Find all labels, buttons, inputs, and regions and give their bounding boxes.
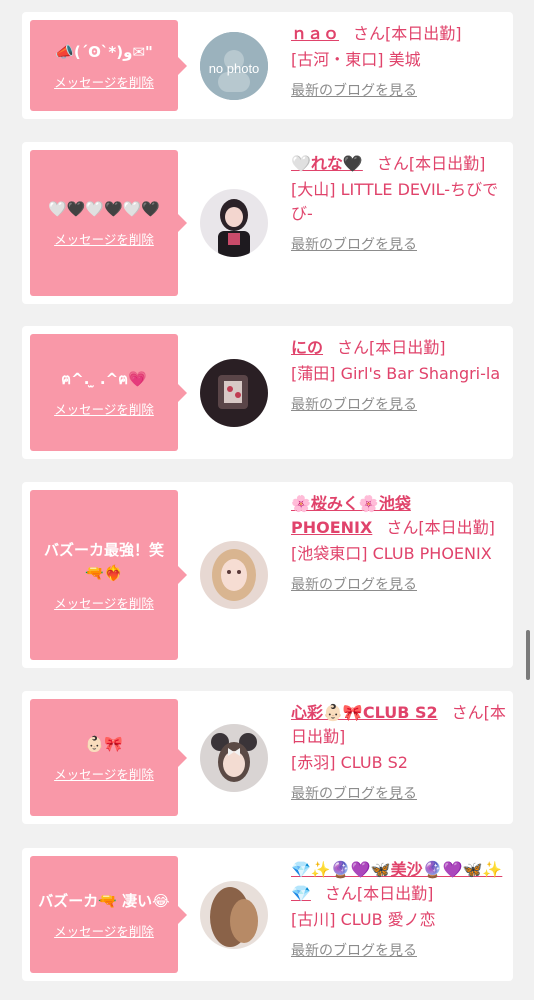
latest-blog-link[interactable]: 最新のブログを見る	[291, 394, 417, 414]
shop-text: [古河・東口] 美城	[291, 50, 421, 69]
cast-name-link[interactable]: 心彩👶🏻🎀CLUB S2	[291, 703, 438, 722]
message-card: 👶🏻🎀 メッセージを削除 心彩👶🏻🎀CLUB S2 さん[本日出勤] [赤羽] C…	[22, 691, 513, 824]
message-bubble: 🤍🖤🤍🖤🤍🖤 メッセージを削除	[30, 150, 187, 296]
avatar-photo	[200, 359, 268, 427]
cast-info: 🌸桜みく🌸池袋PHOENIX さん[本日出勤] [池袋東口] CLUB PHOEN…	[291, 492, 506, 594]
message-card: 📣(´ʘ`*)و✉" メッセージを削除 no photo ｎａｏ さん[本日出勤]…	[22, 12, 513, 119]
shop-text: [池袋東口] CLUB PHOENIX	[291, 544, 492, 563]
avatar[interactable]: no photo	[200, 32, 268, 100]
avatar-photo	[200, 724, 268, 792]
cast-info: 💎✨🔮💜🦋美沙🔮💜🦋✨💎 さん[本日出勤] [古川] CLUB 愛ノ恋 最新のブロ…	[291, 858, 506, 960]
message-bubble: 👶🏻🎀 メッセージを削除	[30, 699, 187, 816]
message-bubble: バズーカ最強！笑🔫❤️‍🔥 メッセージを削除	[30, 490, 187, 660]
avatar-photo	[200, 189, 268, 257]
delete-message-link[interactable]: メッセージを削除	[54, 764, 154, 783]
cast-info: ｎａｏ さん[本日出勤] [古河・東口] 美城 最新のブログを見る	[291, 22, 506, 100]
avatar[interactable]	[200, 189, 268, 257]
latest-blog-link[interactable]: 最新のブログを見る	[291, 574, 417, 594]
no-photo-label: no photo	[209, 61, 260, 76]
latest-blog-link[interactable]: 最新のブログを見る	[291, 783, 417, 803]
delete-message-link[interactable]: メッセージを削除	[54, 72, 154, 91]
status-text: さん[本日出勤]	[353, 24, 462, 43]
shop-text: [赤羽] CLUB S2	[291, 753, 408, 772]
message-text: 📣(´ʘ`*)و✉"	[55, 42, 153, 61]
message-card: 🤍🖤🤍🖤🤍🖤 メッセージを削除 🤍れな🖤 さん[本日出勤] [大山] LITTLE…	[22, 142, 513, 304]
avatar[interactable]	[200, 724, 268, 792]
message-text: ฅ^. ̫ .^ฅ💗	[61, 369, 147, 388]
shop-text: [蒲田] Girl's Bar Shangri-la	[291, 364, 501, 383]
status-text: さん[本日出勤]	[324, 884, 434, 903]
name-line: 🤍れな🖤 さん[本日出勤]	[291, 152, 506, 176]
latest-blog-link[interactable]: 最新のブログを見る	[291, 234, 417, 254]
status-text: さん[本日出勤]	[386, 518, 495, 537]
latest-blog-link[interactable]: 最新のブログを見る	[291, 80, 417, 100]
no-photo-icon: no photo	[200, 32, 268, 100]
latest-blog-link[interactable]: 最新のブログを見る	[291, 940, 417, 960]
message-bubble: 📣(´ʘ`*)و✉" メッセージを削除	[30, 20, 187, 111]
name-line: にの さん[本日出勤]	[291, 336, 506, 360]
status-text: さん[本日出勤]	[376, 154, 486, 173]
message-card: バズーカ🔫 凄い😂 メッセージを削除 💎✨🔮💜🦋美沙🔮💜🦋✨💎 さん[本日出勤] …	[22, 848, 513, 981]
message-text: バズーカ最強！笑🔫❤️‍🔥	[43, 540, 164, 582]
delete-message-link[interactable]: メッセージを削除	[54, 229, 154, 248]
avatar[interactable]	[200, 359, 268, 427]
name-line: 🌸桜みく🌸池袋PHOENIX さん[本日出勤]	[291, 492, 506, 540]
name-line: ｎａｏ さん[本日出勤]	[291, 22, 506, 46]
message-card: ฅ^. ̫ .^ฅ💗 メッセージを削除 にの さん[本日出勤] [蒲田] Girl…	[22, 326, 513, 459]
cast-info: 🤍れな🖤 さん[本日出勤] [大山] LITTLE DEVIL-ちびでび- 最新の…	[291, 152, 506, 254]
cast-name-link[interactable]: 🤍れな🖤	[291, 154, 363, 173]
avatar[interactable]	[200, 881, 268, 949]
avatar-photo	[200, 541, 268, 609]
name-line: 心彩👶🏻🎀CLUB S2 さん[本日出勤]	[291, 701, 506, 749]
cast-info: にの さん[本日出勤] [蒲田] Girl's Bar Shangri-la 最新…	[291, 336, 506, 414]
status-text: さん[本日出勤]	[337, 338, 446, 357]
message-bubble: バズーカ🔫 凄い😂 メッセージを削除	[30, 856, 187, 973]
message-bubble: ฅ^. ̫ .^ฅ💗 メッセージを削除	[30, 334, 187, 451]
cast-name-link[interactable]: ｎａｏ	[291, 24, 339, 43]
avatar-photo	[200, 881, 268, 949]
avatar[interactable]	[200, 541, 268, 609]
message-text: 👶🏻🎀	[85, 734, 123, 753]
name-line: 💎✨🔮💜🦋美沙🔮💜🦋✨💎 さん[本日出勤]	[291, 858, 506, 906]
message-card: バズーカ最強！笑🔫❤️‍🔥 メッセージを削除 🌸桜みく🌸池袋PHOENIX さん[…	[22, 482, 513, 668]
cast-name-link[interactable]: にの	[291, 338, 323, 357]
cast-info: 心彩👶🏻🎀CLUB S2 さん[本日出勤] [赤羽] CLUB S2 最新のブログ…	[291, 701, 506, 803]
shop-text: [大山] LITTLE DEVIL-ちびでび-	[291, 180, 499, 223]
delete-message-link[interactable]: メッセージを削除	[54, 399, 154, 418]
shop-text: [古川] CLUB 愛ノ恋	[291, 910, 436, 929]
message-text: バズーカ🔫 凄い😂	[38, 891, 170, 910]
delete-message-link[interactable]: メッセージを削除	[54, 593, 154, 612]
delete-message-link[interactable]: メッセージを削除	[54, 921, 154, 940]
message-text: 🤍🖤🤍🖤🤍🖤	[47, 200, 161, 218]
scrollbar[interactable]	[526, 630, 530, 680]
